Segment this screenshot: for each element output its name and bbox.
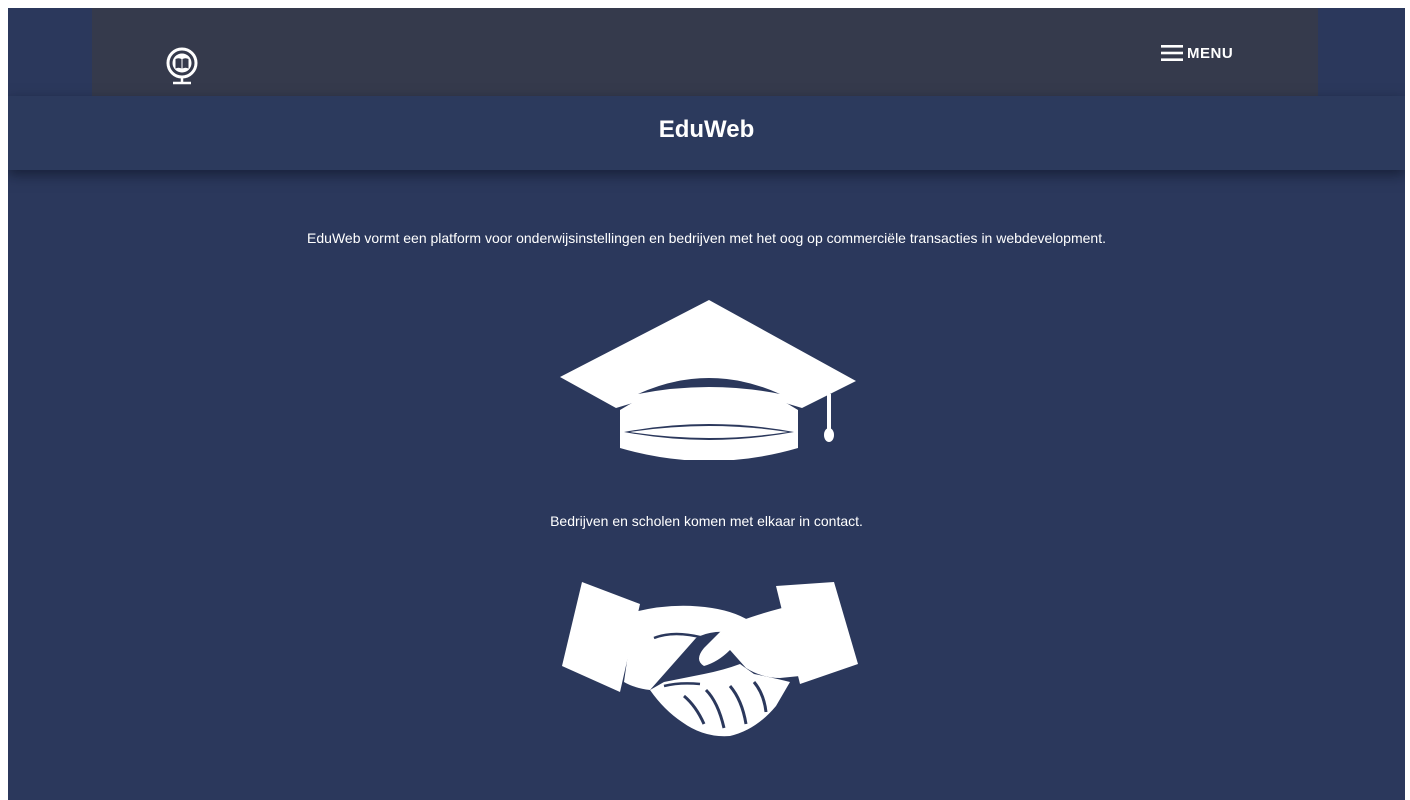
menu-button[interactable]: MENU — [1161, 42, 1233, 64]
intro-text: EduWeb vormt een platform voor onderwijs… — [307, 230, 1106, 246]
site-title: EduWeb — [658, 116, 755, 143]
page: MENU EduWeb EduWeb vormt een platform vo… — [8, 8, 1405, 800]
title-bar: EduWeb — [8, 96, 1405, 170]
menu-label: MENU — [1187, 44, 1234, 62]
top-nav-bar: MENU — [92, 8, 1318, 96]
graduation-cap-icon — [560, 300, 856, 460]
caption-text: Bedrijven en scholen komen met elkaar in… — [550, 513, 863, 529]
hamburger-icon — [1161, 45, 1183, 61]
handshake-icon — [562, 582, 858, 737]
globe-book-icon[interactable] — [165, 46, 199, 92]
